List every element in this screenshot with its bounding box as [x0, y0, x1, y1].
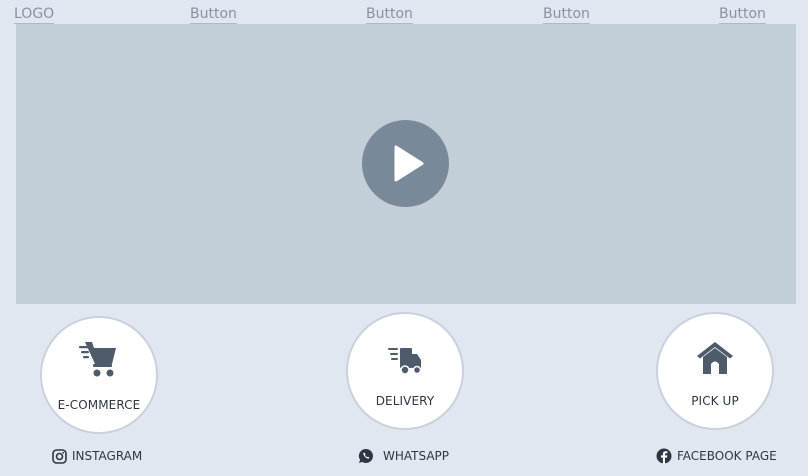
- instagram-link[interactable]: INSTAGRAM: [52, 447, 142, 465]
- shopping-cart-icon: [42, 342, 156, 378]
- instagram-label: INSTAGRAM: [72, 449, 143, 463]
- facebook-link[interactable]: FACEBOOK PAGE: [656, 447, 777, 465]
- whatsapp-label: WHATSAPP: [383, 449, 450, 463]
- delivery-card[interactable]: DELIVERY: [346, 312, 464, 430]
- pickup-card[interactable]: PICK UP: [656, 312, 774, 430]
- logo-link[interactable]: LOGO: [14, 5, 55, 24]
- facebook-icon: [656, 448, 672, 464]
- nav-button-1[interactable]: Button: [190, 5, 237, 24]
- whatsapp-icon: [358, 448, 374, 464]
- ecommerce-card[interactable]: E-COMMERCE: [40, 316, 158, 434]
- delivery-truck-icon: [348, 342, 462, 376]
- whatsapp-link[interactable]: WHATSAPP: [358, 447, 449, 465]
- house-icon: [658, 342, 772, 376]
- facebook-label: FACEBOOK PAGE: [677, 449, 777, 463]
- play-icon: [394, 145, 424, 182]
- pickup-label: PICK UP: [691, 394, 739, 408]
- ecommerce-label: E-COMMERCE: [57, 398, 141, 412]
- delivery-label: DELIVERY: [375, 394, 435, 408]
- nav-button-4[interactable]: Button: [719, 5, 766, 24]
- nav-button-3[interactable]: Button: [543, 5, 590, 24]
- play-button[interactable]: [362, 120, 449, 207]
- nav-button-2[interactable]: Button: [366, 5, 413, 24]
- instagram-icon: [52, 448, 67, 464]
- video-hero: [16, 24, 796, 304]
